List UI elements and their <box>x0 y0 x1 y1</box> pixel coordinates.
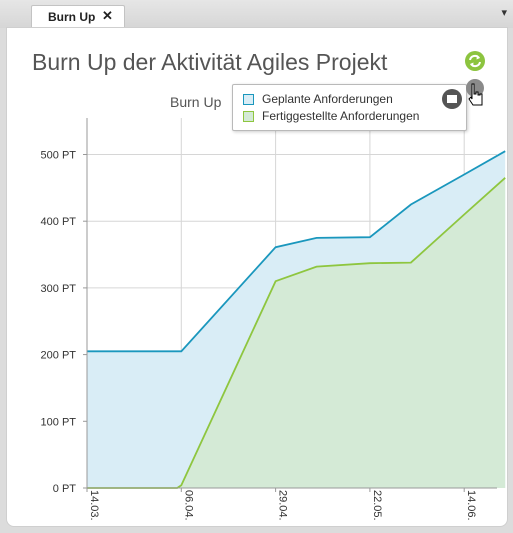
legend-toggle-icon[interactable] <box>441 88 463 110</box>
y-tick-label: 300 PT <box>41 283 77 295</box>
chart-title: Burn Up <box>170 94 222 110</box>
y-tick-label: 100 PT <box>41 416 77 428</box>
legend-label-planned: Geplante Anforderungen <box>262 92 393 106</box>
legend-item-planned: Geplante Anforderungen <box>243 92 393 106</box>
y-tick-label: 400 PT <box>41 216 77 228</box>
legend-label-completed: Fertiggestellte Anforderungen <box>262 109 420 123</box>
legend-item-completed: Fertiggestellte Anforderungen <box>243 109 419 123</box>
burn-up-chart: 0 PT 100 PT 200 PT 300 PT 400 PT 500 PT 14.03… <box>41 118 506 521</box>
legend-swatch-planned <box>243 94 254 105</box>
hand-cursor-icon <box>466 79 484 106</box>
x-tick-label: 14.06. <box>465 490 477 521</box>
y-tick-label: 500 PT <box>41 150 77 162</box>
chart-legend: Geplante Anforderungen Fertiggestellte A… <box>232 84 467 131</box>
x-tick-label: 06.04. <box>182 490 194 521</box>
x-tick-label: 29.04. <box>277 490 289 521</box>
x-tick-label: 22.05. <box>371 490 383 521</box>
y-tick-label: 0 PT <box>53 483 77 495</box>
legend-swatch-completed <box>243 111 254 122</box>
x-tick-label: 14.03. <box>88 490 100 521</box>
y-tick-label: 200 PT <box>41 350 77 362</box>
